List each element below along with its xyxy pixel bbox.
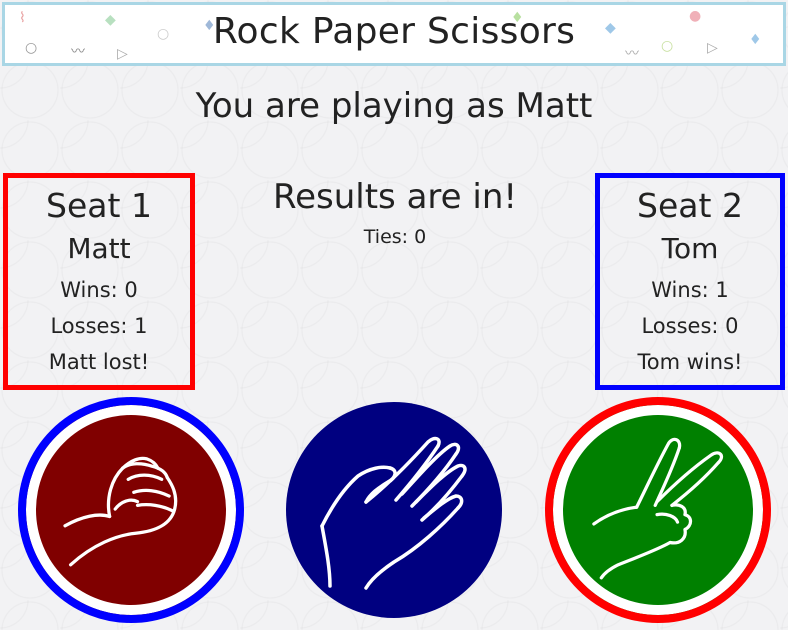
round-outcome: Matt lost! — [48, 350, 150, 374]
scissors-hand-icon — [592, 437, 724, 580]
player-identity-heading: You are playing as Matt — [195, 86, 593, 126]
scissors-choice-button[interactable] — [545, 397, 771, 623]
rock-choice-button[interactable] — [18, 397, 244, 623]
page-title: Rock Paper Scissors — [212, 11, 576, 52]
wins-count: Wins: 1 — [651, 278, 729, 302]
seat-title: Seat 1 — [46, 186, 152, 225]
header-banner: ⌇ ○ 〰 ◆ ▷ ○ ♦ ♦ ◆ 〰 ○ ● ▷ ♦ Rock Paper S… — [2, 2, 786, 66]
seat-1-panel: Seat 1 Matt Wins: 0 Losses: 1 Matt lost! — [3, 173, 195, 390]
wins-count: Wins: 0 — [60, 278, 138, 302]
player-name: Tom — [661, 232, 719, 265]
seat-title: Seat 2 — [637, 186, 743, 225]
seat-2-panel: Seat 2 Tom Wins: 1 Losses: 0 Tom wins! — [595, 173, 785, 390]
paper-hand-icon — [320, 436, 467, 590]
paper-choice-button[interactable] — [286, 402, 502, 618]
losses-count: Losses: 0 — [641, 314, 739, 338]
results-heading: Results are in! — [273, 177, 517, 217]
round-outcome: Tom wins! — [637, 350, 743, 374]
losses-count: Losses: 1 — [50, 314, 148, 338]
rock-hand-icon — [63, 456, 178, 567]
results-panel: Results are in! Ties: 0 — [200, 176, 590, 248]
ties-count: Ties: 0 — [363, 226, 427, 248]
player-name: Matt — [67, 232, 131, 265]
